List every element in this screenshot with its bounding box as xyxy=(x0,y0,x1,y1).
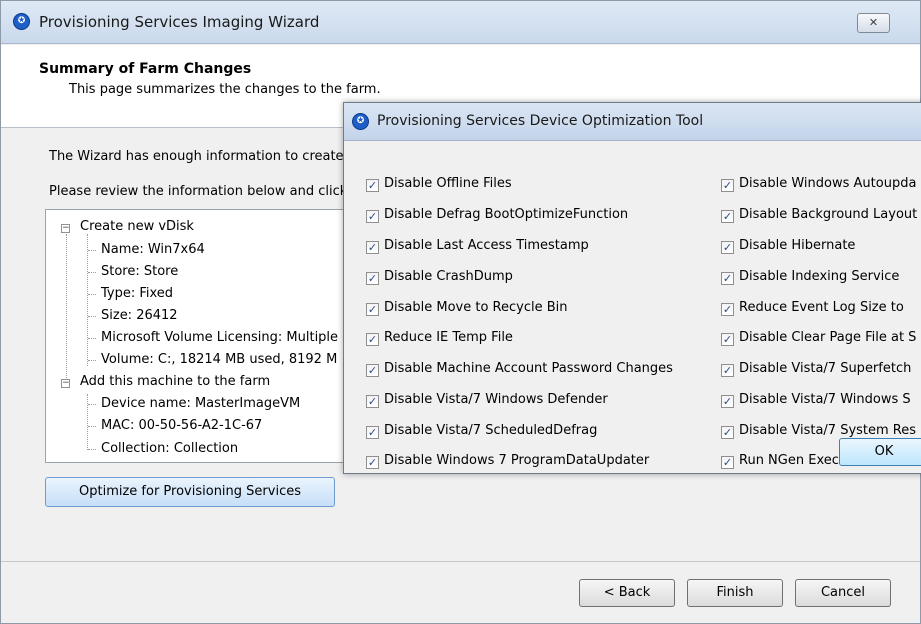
checkbox[interactable]: ✓ xyxy=(721,210,734,223)
checkbox[interactable]: ✓ xyxy=(721,333,734,346)
tree-item[interactable]: Microsoft Volume Licensing: Multiple xyxy=(101,330,338,345)
option-disable-windows-autoupdate[interactable]: ✓ Disable Windows Autoupda xyxy=(721,176,916,194)
intro-text-2: Please review the information below and … xyxy=(49,184,348,199)
optimize-button[interactable]: Optimize for Provisioning Services xyxy=(45,477,335,507)
option-label: Disable Vista/7 Windows S xyxy=(739,392,911,407)
tree-item[interactable]: Size: 26412 xyxy=(101,308,178,323)
checkbox[interactable]: ✓ xyxy=(366,241,379,254)
app-icon: ✪ xyxy=(352,113,369,130)
option-label: Disable Last Access Timestamp xyxy=(384,238,589,253)
option-label: Disable Indexing Service xyxy=(739,269,900,284)
tree-node-farm[interactable]: Add this machine to the farm xyxy=(80,374,270,389)
summary-tree[interactable]: − Create new vDisk Name: Win7x64 Store: … xyxy=(45,209,355,463)
tree-item[interactable]: MAC: 00-50-56-A2-1C-67 xyxy=(101,418,262,433)
dialog-title-bar[interactable]: ✪ Provisioning Services Device Optimizat… xyxy=(344,103,921,141)
option-disable-windows-defender[interactable]: ✓ Disable Vista/7 Windows Defender xyxy=(366,392,608,410)
option-label: Disable Move to Recycle Bin xyxy=(384,300,568,315)
option-label: Disable Background Layout xyxy=(739,207,918,222)
option-label: Disable Defrag BootOptimizeFunction xyxy=(384,207,629,222)
page-title: Summary of Farm Changes xyxy=(39,61,252,77)
option-label: Disable Windows Autoupda xyxy=(739,176,917,191)
intro-text-1: The Wizard has enough information to cre… xyxy=(49,149,344,164)
optimization-tool-dialog: ✪ Provisioning Services Device Optimizat… xyxy=(343,102,921,474)
app-icon: ✪ xyxy=(13,13,30,30)
checkbox[interactable]: ✓ xyxy=(366,272,379,285)
finish-button[interactable]: Finish xyxy=(687,579,783,607)
checkbox[interactable]: ✓ xyxy=(366,179,379,192)
checkbox[interactable]: ✓ xyxy=(366,364,379,377)
tree-item[interactable]: Store: Store xyxy=(101,264,178,279)
option-reduce-event-log[interactable]: ✓ Reduce Event Log Size to xyxy=(721,300,904,318)
option-label: Disable Vista/7 ScheduledDefrag xyxy=(384,423,598,438)
option-label: Disable Vista/7 Superfetch xyxy=(739,361,912,376)
option-disable-last-access-timestamp[interactable]: ✓ Disable Last Access Timestamp xyxy=(366,238,589,256)
checkbox[interactable]: ✓ xyxy=(721,395,734,408)
window-title: Provisioning Services Imaging Wizard xyxy=(39,13,320,31)
page-subtitle: This page summarizes the changes to the … xyxy=(69,82,381,97)
back-button[interactable]: < Back xyxy=(579,579,675,607)
tree-item[interactable]: Type: Fixed xyxy=(101,286,173,301)
close-button[interactable]: ✕ xyxy=(857,13,890,33)
option-disable-programdataupdater[interactable]: ✓ Disable Windows 7 ProgramDataUpdater xyxy=(366,453,649,471)
option-label: Disable Windows 7 ProgramDataUpdater xyxy=(384,453,650,468)
option-label: Disable Offline Files xyxy=(384,176,512,191)
ok-button[interactable]: OK xyxy=(839,438,921,466)
option-label: Disable Clear Page File at S xyxy=(739,330,917,345)
option-label: Reduce IE Temp File xyxy=(384,330,513,345)
option-disable-clear-page-file[interactable]: ✓ Disable Clear Page File at S xyxy=(721,330,916,348)
option-reduce-ie-temp[interactable]: ✓ Reduce IE Temp File xyxy=(366,330,513,348)
checkbox[interactable]: ✓ xyxy=(721,426,734,439)
option-disable-offline-files[interactable]: ✓ Disable Offline Files xyxy=(366,176,512,194)
tree-item[interactable]: Volume: C:, 18214 MB used, 8192 M xyxy=(101,352,337,367)
checkbox[interactable]: ✓ xyxy=(721,241,734,254)
dialog-title: Provisioning Services Device Optimizatio… xyxy=(377,113,704,129)
checkbox[interactable]: ✓ xyxy=(366,333,379,346)
footer-divider xyxy=(1,561,920,562)
option-label: Disable Vista/7 Windows Defender xyxy=(384,392,608,407)
option-label: Disable Hibernate xyxy=(739,238,856,253)
cancel-button[interactable]: Cancel xyxy=(795,579,891,607)
tree-item[interactable]: Collection: Collection xyxy=(101,441,238,456)
checkbox[interactable]: ✓ xyxy=(721,179,734,192)
checkbox[interactable]: ✓ xyxy=(366,395,379,408)
option-label: Disable CrashDump xyxy=(384,269,513,284)
option-disable-background-layout[interactable]: ✓ Disable Background Layout xyxy=(721,207,917,225)
option-disable-machine-password[interactable]: ✓ Disable Machine Account Password Change… xyxy=(366,361,673,379)
tree-node-vdisk[interactable]: Create new vDisk xyxy=(80,219,194,234)
title-bar[interactable]: ✪ Provisioning Services Imaging Wizard ✕ xyxy=(1,1,920,44)
option-disable-defrag-bootoptimize[interactable]: ✓ Disable Defrag BootOptimizeFunction xyxy=(366,207,628,225)
tree-item[interactable]: Device name: MasterImageVM xyxy=(101,396,300,411)
checkbox[interactable]: ✓ xyxy=(366,303,379,316)
checkbox[interactable]: ✓ xyxy=(366,426,379,439)
option-disable-scheduled-defrag[interactable]: ✓ Disable Vista/7 ScheduledDefrag xyxy=(366,423,597,441)
option-label: Disable Vista/7 System Res xyxy=(739,423,917,438)
option-disable-superfetch[interactable]: ✓ Disable Vista/7 Superfetch xyxy=(721,361,911,379)
option-disable-hibernate[interactable]: ✓ Disable Hibernate xyxy=(721,238,855,256)
option-disable-recycle-bin[interactable]: ✓ Disable Move to Recycle Bin xyxy=(366,300,567,318)
option-label: Disable Machine Account Password Changes xyxy=(384,361,673,376)
option-disable-windows-search[interactable]: ✓ Disable Vista/7 Windows S xyxy=(721,392,911,410)
checkbox[interactable]: ✓ xyxy=(366,456,379,469)
tree-item[interactable]: Name: Win7x64 xyxy=(101,242,205,257)
checkbox[interactable]: ✓ xyxy=(721,272,734,285)
checkbox[interactable]: ✓ xyxy=(721,303,734,316)
collapse-farm-toggle[interactable]: − xyxy=(61,379,70,388)
checkbox[interactable]: ✓ xyxy=(721,456,734,469)
collapse-vdisk-toggle[interactable]: − xyxy=(61,224,70,233)
option-disable-indexing-service[interactable]: ✓ Disable Indexing Service xyxy=(721,269,899,287)
checkbox[interactable]: ✓ xyxy=(721,364,734,377)
option-disable-crashdump[interactable]: ✓ Disable CrashDump xyxy=(366,269,513,287)
checkbox[interactable]: ✓ xyxy=(366,210,379,223)
option-label: Reduce Event Log Size to xyxy=(739,300,904,315)
